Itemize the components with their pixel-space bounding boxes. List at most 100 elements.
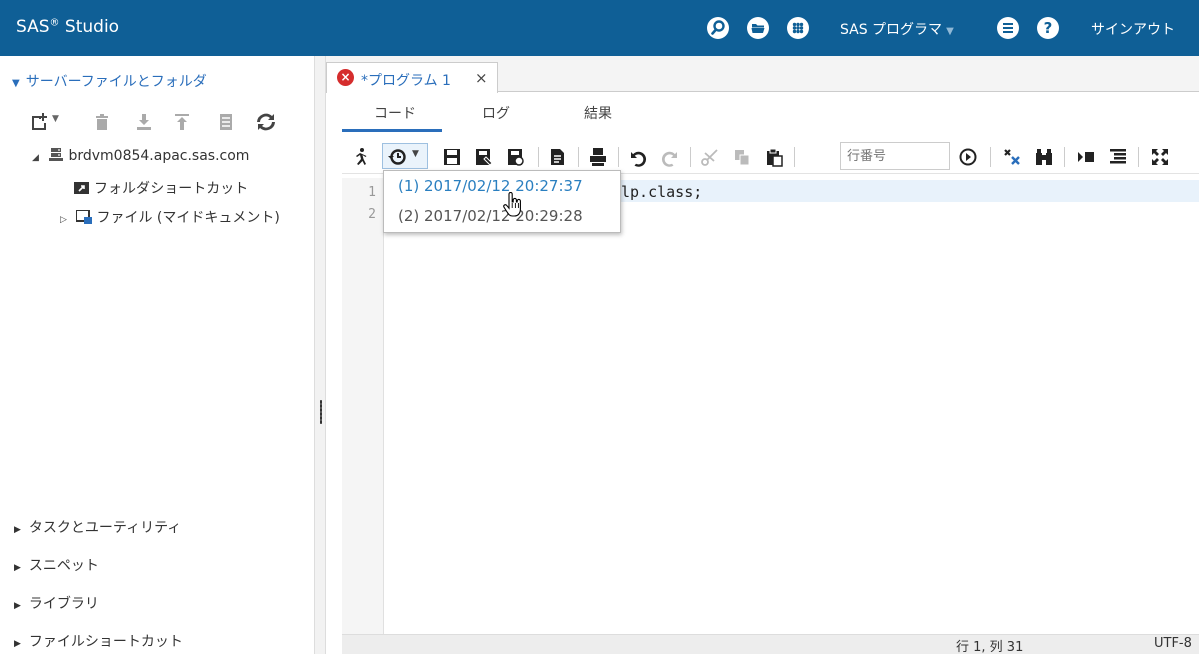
section-snippets[interactable]: ▶ スニペット: [14, 555, 99, 575]
toolbar-separator: [1064, 147, 1065, 167]
cut-icon[interactable]: [700, 147, 720, 167]
section-libraries[interactable]: ▶ ライブラリ: [14, 593, 99, 613]
close-tab-icon[interactable]: ×: [475, 69, 488, 87]
upload-icon[interactable]: [172, 112, 192, 132]
section-tasks-label: タスクとユーティリティ: [28, 520, 182, 536]
app-brand: SAS® Studio: [16, 17, 119, 37]
new-item-icon[interactable]: [30, 112, 50, 132]
expand-triangle-icon[interactable]: ▷: [60, 215, 72, 225]
my-documents-icon: [76, 210, 93, 224]
server-icon: [49, 148, 64, 161]
tab-results[interactable]: 結果: [584, 103, 612, 123]
tree-node-my-documents[interactable]: ▷ ファイル (マイドキュメント): [60, 207, 280, 227]
user-role-label: SAS プログラマ: [840, 22, 943, 38]
undo-icon[interactable]: [628, 147, 648, 167]
apps-grid-icon[interactable]: [786, 16, 810, 40]
tab-log[interactable]: ログ: [482, 103, 510, 123]
find-replace-icon[interactable]: [1034, 147, 1054, 167]
save-copy-icon[interactable]: [506, 147, 526, 167]
editor-status-bar: 行 1, 列 31 UTF-8: [342, 634, 1199, 654]
error-icon: ×: [337, 69, 354, 86]
refresh-icon[interactable]: [256, 112, 276, 132]
format-code-icon[interactable]: [1108, 147, 1128, 167]
save-icon[interactable]: [442, 147, 462, 167]
toolbar-separator: [690, 147, 691, 167]
copy-icon[interactable]: [732, 147, 752, 167]
collapse-triangle-icon[interactable]: ◢: [32, 153, 44, 163]
clear-code-icon[interactable]: [1002, 147, 1022, 167]
collapsed-triangle-icon: ▶: [14, 525, 21, 535]
brand-suffix: Studio: [59, 17, 120, 37]
tab-code[interactable]: コード: [374, 103, 416, 123]
cursor-position: 行 1, 列 31: [956, 640, 1024, 654]
section-libraries-label: ライブラリ: [28, 596, 99, 612]
toolbar-separator: [990, 147, 991, 167]
maximize-icon[interactable]: [1150, 147, 1170, 167]
collapsed-triangle-icon: ▶: [14, 601, 21, 611]
file-encoding: UTF-8: [1154, 636, 1192, 651]
line-number-gutter: 1 2: [342, 178, 384, 634]
open-folder-icon[interactable]: [746, 16, 770, 40]
user-role-menu[interactable]: SAS プログラマ ▼: [840, 19, 954, 39]
splitter-grip-icon[interactable]: [320, 400, 322, 424]
chevron-down-icon[interactable]: ▼: [52, 114, 59, 124]
hand-cursor-icon: [503, 192, 521, 217]
tree-node-server[interactable]: ◢ brdvm0854.apac.sas.com: [32, 148, 249, 164]
section-file-shortcuts-label: ファイルショートカット: [28, 634, 183, 650]
expanded-triangle-icon: ▼: [12, 78, 20, 89]
toolbar-separator: [1138, 147, 1139, 167]
editor-subtabs: コード ログ 結果: [326, 93, 1199, 133]
help-icon[interactable]: ?: [1036, 16, 1060, 40]
brand-registered: ®: [49, 17, 60, 29]
chevron-down-icon: ▼: [946, 26, 954, 37]
tab-program-1[interactable]: × *プログラム 1 ×: [326, 62, 498, 93]
line-number-input[interactable]: [840, 142, 950, 170]
server-files-label: サーバーファイルとフォルダ: [25, 74, 207, 90]
line-number: 2: [368, 207, 376, 222]
editor-toolbar: ▼: [342, 138, 1199, 174]
collapsed-triangle-icon: ▶: [14, 563, 21, 573]
go-to-line-icon[interactable]: [958, 147, 978, 167]
indent-icon[interactable]: [1076, 147, 1096, 167]
delete-icon[interactable]: [92, 112, 112, 132]
section-snippets-label: スニペット: [28, 558, 99, 574]
tree-node-folder-shortcuts[interactable]: フォルダショートカット: [74, 178, 248, 198]
folder-shortcut-icon: [74, 182, 89, 194]
section-tasks[interactable]: ▶ タスクとユーティリティ: [14, 517, 181, 537]
code-editor[interactable]: lp.class;: [384, 178, 1199, 634]
redo-icon[interactable]: [660, 147, 680, 167]
navigation-pane: ▼ サーバーファイルとフォルダ ▼ ◢ brdvm0854.apac.sas.c…: [0, 56, 314, 654]
section-file-shortcuts[interactable]: ▶ ファイルショートカット: [14, 631, 183, 651]
properties-icon[interactable]: [216, 112, 236, 132]
active-tab-indicator: [342, 129, 442, 132]
search-icon[interactable]: [706, 16, 730, 40]
line-number: 1: [368, 185, 376, 200]
history-dropdown: (1) 2017/02/12 20:27:37 (2) 2017/02/12 2…: [383, 170, 621, 233]
signout-link[interactable]: サインアウト: [1091, 19, 1175, 39]
collapsed-triangle-icon: ▶: [14, 639, 21, 649]
download-icon[interactable]: [134, 112, 154, 132]
history-item[interactable]: (1) 2017/02/12 20:27:37: [398, 177, 583, 195]
menu-list-icon[interactable]: [996, 16, 1020, 40]
svg-text:?: ?: [1044, 19, 1053, 37]
toolbar-separator: [794, 147, 795, 167]
tab-title: *プログラム 1: [361, 73, 451, 89]
history-button[interactable]: ▼: [382, 143, 428, 169]
toolbar-separator: [538, 147, 539, 167]
run-icon[interactable]: [350, 147, 370, 167]
save-as-icon[interactable]: [474, 147, 494, 167]
server-files-section-header[interactable]: ▼ サーバーファイルとフォルダ: [12, 71, 207, 91]
pane-splitter[interactable]: [314, 56, 326, 654]
history-item[interactable]: (2) 2017/02/12 20:29:28: [398, 207, 583, 225]
history-icon: [388, 149, 406, 165]
chevron-down-icon: ▼: [412, 149, 419, 159]
print-icon[interactable]: [588, 147, 608, 167]
export-icon[interactable]: [548, 147, 568, 167]
brand-name: SAS: [16, 17, 50, 37]
server-name: brdvm0854.apac.sas.com: [68, 148, 250, 164]
toolbar-separator: [618, 147, 619, 167]
paste-icon[interactable]: [764, 147, 784, 167]
code-line-1[interactable]: lp.class;: [621, 183, 702, 201]
toolbar-separator: [578, 147, 579, 167]
my-documents-label: ファイル (マイドキュメント): [96, 210, 280, 226]
